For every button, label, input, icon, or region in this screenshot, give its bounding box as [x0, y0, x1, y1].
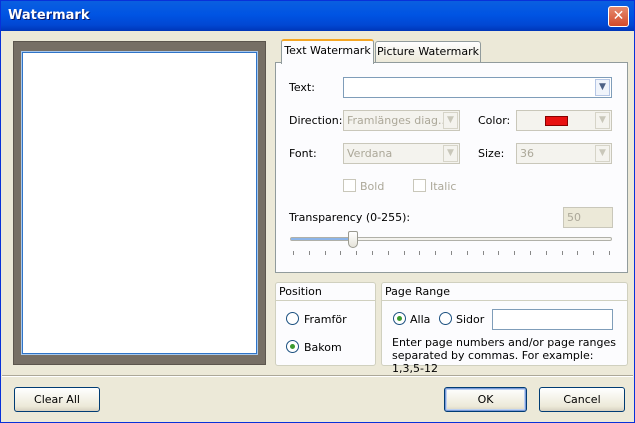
- slider-tick: [498, 251, 499, 255]
- position-group-title: Position: [276, 283, 375, 301]
- bold-checkbox[interactable]: [343, 179, 356, 192]
- ok-label: OK: [477, 393, 494, 406]
- slider-tick: [530, 251, 531, 255]
- transparency-value-box[interactable]: 50: [563, 207, 613, 228]
- slider-tick: [372, 251, 373, 255]
- chevron-down-icon[interactable]: ▼: [595, 79, 610, 96]
- radio-framfor[interactable]: [286, 312, 299, 325]
- tab-label: Text Watermark: [284, 44, 371, 57]
- tab-text-watermark[interactable]: Text Watermark: [281, 39, 374, 64]
- radio-pages[interactable]: [439, 312, 452, 325]
- text-combo[interactable]: ▼: [343, 77, 612, 98]
- slider-tick: [562, 251, 563, 255]
- slider-tick: [593, 251, 594, 255]
- radio-framfor-label: Framför: [304, 313, 347, 326]
- slider-tick: [293, 251, 294, 255]
- radio-bakom[interactable]: [286, 340, 299, 353]
- title-bar: Watermark ✕: [1, 1, 634, 31]
- color-label: Color:: [478, 114, 511, 127]
- color-swatch: [545, 116, 568, 126]
- font-label: Font:: [289, 147, 317, 160]
- slider-tick: [309, 251, 310, 255]
- window-title: Watermark: [8, 8, 90, 23]
- slider-tick: [609, 251, 610, 255]
- slider-tick: [467, 251, 468, 255]
- chevron-down-icon[interactable]: ▼: [595, 145, 610, 162]
- slider-tick: [419, 251, 420, 255]
- slider-tick: [514, 251, 515, 255]
- page-range-group-title: Page Range: [382, 283, 627, 301]
- slider-tick: [404, 251, 405, 255]
- radio-bakom-label: Bakom: [304, 341, 342, 354]
- cancel-button[interactable]: Cancel: [539, 387, 625, 412]
- bold-label: Bold: [360, 180, 385, 193]
- slider-tick: [546, 251, 547, 255]
- transparency-slider-track[interactable]: [290, 237, 612, 241]
- slider-tick: [340, 251, 341, 255]
- chevron-down-icon[interactable]: ▼: [595, 112, 610, 129]
- slider-tick: [388, 251, 389, 255]
- radio-pages-label: Sidor: [456, 313, 485, 326]
- close-button[interactable]: ✕: [608, 6, 629, 27]
- transparency-slider-thumb[interactable]: [348, 231, 358, 248]
- size-label: Size:: [478, 147, 505, 160]
- radio-all-label: Alla: [410, 313, 431, 326]
- clear-all-label: Clear All: [34, 393, 80, 406]
- radio-all-pages[interactable]: [393, 312, 406, 325]
- slider-tick: [451, 251, 452, 255]
- chevron-down-icon[interactable]: ▼: [443, 145, 458, 162]
- font-value: Verdana: [347, 147, 393, 160]
- slider-tick: [325, 251, 326, 255]
- slider-tick: [356, 251, 357, 255]
- transparency-value: 50: [567, 211, 581, 224]
- size-value: 36: [520, 147, 534, 160]
- slider-tick: [577, 251, 578, 255]
- preview-page: [22, 52, 257, 354]
- clear-all-button[interactable]: Clear All: [14, 387, 100, 412]
- direction-value: Framlänges diag...: [347, 114, 443, 127]
- font-combo[interactable]: Verdana ▼: [343, 143, 460, 164]
- ok-button[interactable]: OK: [444, 387, 527, 412]
- italic-label: Italic: [430, 180, 457, 193]
- watermark-dialog: Watermark ✕ Text Watermark Picture Water…: [0, 0, 635, 423]
- page-range-hint: Enter page numbers and/or page ranges se…: [392, 336, 616, 375]
- footer-separator: [2, 375, 633, 377]
- slider-tick: [435, 251, 436, 255]
- chevron-down-icon[interactable]: ▼: [443, 112, 458, 129]
- direction-combo[interactable]: Framlänges diag... ▼: [343, 110, 460, 131]
- tab-label: Picture Watermark: [377, 45, 479, 58]
- transparency-label: Transparency (0-255):: [289, 211, 411, 224]
- close-icon: ✕: [612, 8, 625, 24]
- transparency-slider-fill: [291, 238, 354, 240]
- slider-tick: [483, 251, 484, 255]
- pages-input[interactable]: [492, 309, 613, 330]
- tab-picture-watermark[interactable]: Picture Watermark: [375, 41, 481, 63]
- cancel-label: Cancel: [563, 393, 601, 406]
- direction-label: Direction:: [289, 114, 343, 127]
- italic-checkbox[interactable]: [413, 179, 426, 192]
- preview-frame: [13, 41, 266, 365]
- color-picker[interactable]: ▼: [516, 110, 612, 131]
- text-label: Text:: [289, 81, 315, 94]
- size-combo[interactable]: 36 ▼: [516, 143, 612, 164]
